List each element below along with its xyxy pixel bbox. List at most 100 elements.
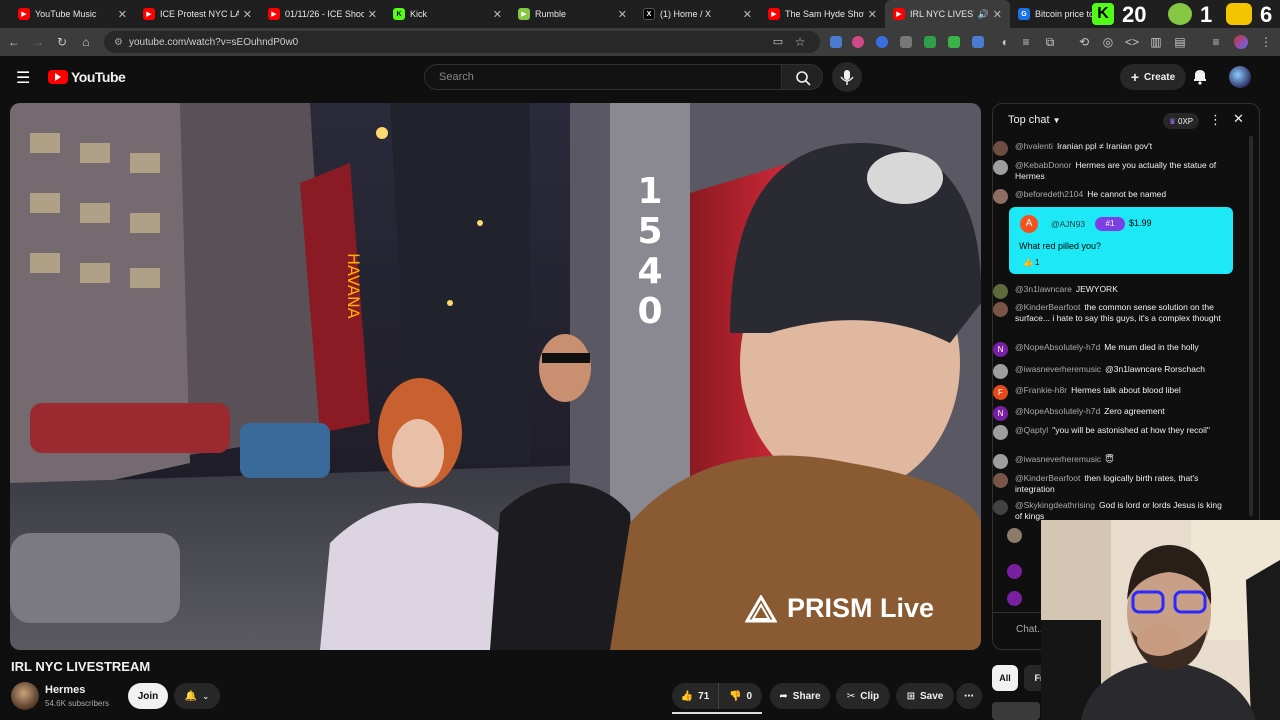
address-bar[interactable]: ⚙ youtube.com/watch?v=sEOuhndP0w0 <box>104 31 820 53</box>
superchat-username[interactable]: @AJN93 <box>1051 219 1085 229</box>
chat-username[interactable]: @3n1lawncare <box>1015 284 1072 294</box>
back-icon[interactable]: ← <box>6 34 22 50</box>
browser-tab[interactable]: ▶ The Sam Hyde Show ✕ <box>760 0 885 28</box>
avatar[interactable] <box>993 302 1008 317</box>
close-chat-icon[interactable]: ✕ <box>1233 111 1244 127</box>
devtools-icon[interactable]: <> <box>1124 34 1140 50</box>
browser-tab[interactable]: X (1) Home / X ✕ <box>635 0 760 28</box>
avatar[interactable] <box>1007 528 1022 543</box>
avatar[interactable]: A <box>1020 215 1038 233</box>
avatar[interactable] <box>1007 591 1022 606</box>
superchat-like[interactable]: 👍 1 <box>1023 258 1039 267</box>
points-badge[interactable]: ♛ 0XP <box>1163 113 1199 129</box>
avatar[interactable] <box>993 454 1008 469</box>
close-tab-icon[interactable]: ✕ <box>118 8 127 21</box>
volume-icon[interactable]: ◖ <box>996 34 1012 50</box>
share-button[interactable]: ➦ Share <box>770 683 830 709</box>
browser-tab[interactable]: ▶ YouTube Music ✕ <box>10 0 135 28</box>
close-tab-icon[interactable]: ✕ <box>243 8 252 21</box>
voice-search-button[interactable] <box>832 62 862 92</box>
chat-username[interactable]: @Skykingdeathrising <box>1015 500 1095 510</box>
chat-more-icon[interactable]: ⋮ <box>1209 112 1222 128</box>
notification-settings-button[interactable]: 🔔 ⌄ <box>174 683 220 709</box>
save-button[interactable]: ⊞ Save <box>896 683 954 709</box>
superchat-card[interactable]: A @AJN93 #1 $1.99 What red pilled you? 👍… <box>1009 207 1233 274</box>
audio-icon[interactable]: 🔊 <box>978 9 989 20</box>
chat-username[interactable]: @KebabDonor <box>1015 160 1071 170</box>
filter-chip-all[interactable]: All <box>992 665 1018 691</box>
profile-avatar[interactable] <box>1234 35 1248 49</box>
chat-username[interactable]: @iwasneverheremusic <box>1015 454 1101 464</box>
chat-username[interactable]: @KinderBearfoot <box>1015 302 1080 312</box>
channel-avatar[interactable] <box>11 682 39 710</box>
clip-button[interactable]: ✂ Clip <box>836 683 890 709</box>
browser-tab[interactable]: ▶ Rumble ✕ <box>510 0 635 28</box>
avatar[interactable] <box>993 425 1008 440</box>
browser-tab[interactable]: G Bitcoin price tod <box>1010 0 1100 28</box>
browser-tab[interactable]: K Kick ✕ <box>385 0 510 28</box>
extension-icon[interactable] <box>830 36 842 48</box>
forward-icon[interactable]: → <box>30 34 46 50</box>
chat-username[interactable]: @KinderBearfoot <box>1015 473 1080 483</box>
profile-menu-icon[interactable]: ▤ <box>1172 34 1188 50</box>
create-button[interactable]: + Create <box>1120 64 1186 90</box>
close-tab-icon[interactable]: ✕ <box>618 8 627 21</box>
home-icon[interactable]: ⌂ <box>78 34 94 50</box>
avatar[interactable] <box>1007 564 1022 579</box>
chat-scrollbar[interactable] <box>1249 136 1253 516</box>
notifications-bell-icon[interactable] <box>1192 67 1208 88</box>
close-tab-icon[interactable]: ✕ <box>368 8 377 21</box>
extension-icon[interactable] <box>900 36 912 48</box>
close-tab-icon[interactable]: ✕ <box>993 8 1002 21</box>
browser-tab[interactable]: ▶ 01/11/26 - ICE Shooti ✕ <box>260 0 385 28</box>
avatar[interactable]: N <box>993 406 1008 421</box>
avatar[interactable] <box>993 500 1008 515</box>
close-tab-icon[interactable]: ✕ <box>868 8 877 21</box>
hamburger-menu-icon[interactable]: ☰ <box>16 68 30 88</box>
extension-icon[interactable] <box>924 36 936 48</box>
downloads-icon[interactable]: ≡ <box>1208 34 1224 50</box>
chat-username[interactable]: @Frankie-h8r <box>1015 385 1067 395</box>
chat-username[interactable]: @beforedeth2104 <box>1015 189 1083 199</box>
search-input[interactable]: Search <box>424 64 782 90</box>
like-button[interactable]: 👍 71 <box>672 683 718 709</box>
browser-menu-icon[interactable]: ⋮ <box>1258 34 1274 50</box>
chat-username[interactable]: @NopeAbsolutely-h7d <box>1015 342 1100 352</box>
site-info-icon[interactable]: ⚙ <box>114 37 123 48</box>
avatar[interactable] <box>993 284 1008 299</box>
avatar[interactable] <box>993 189 1008 204</box>
chat-username[interactable]: @iwasneverheremusic <box>1015 364 1101 374</box>
related-video-thumbnail[interactable] <box>992 702 1040 720</box>
bookmark-star-icon[interactable]: ☆ <box>792 34 808 50</box>
search-button[interactable] <box>781 64 823 90</box>
chat-username[interactable]: @hvalenti <box>1015 141 1053 151</box>
extension-icon[interactable] <box>852 36 864 48</box>
reload-icon[interactable]: ↻ <box>54 34 70 50</box>
extension-icon[interactable] <box>876 36 888 48</box>
avatar[interactable]: N <box>993 342 1008 357</box>
channel-name[interactable]: Hermes <box>45 684 85 696</box>
chat-mode-dropdown[interactable]: Top chat ▼ <box>1008 114 1061 126</box>
join-button[interactable]: Join <box>128 683 168 709</box>
chat-username[interactable]: @Qaptyl <box>1015 425 1048 435</box>
extension-icon[interactable] <box>972 36 984 48</box>
avatar[interactable] <box>993 141 1008 156</box>
avatar[interactable] <box>993 364 1008 379</box>
video-player[interactable]: HAVANA 1 5 4 0 PRISM Live <box>10 103 981 650</box>
account-avatar[interactable] <box>1229 66 1251 88</box>
sidebar-icon[interactable]: ▥ <box>1148 34 1164 50</box>
extension-icon[interactable] <box>948 36 960 48</box>
close-tab-icon[interactable]: ✕ <box>493 8 502 21</box>
avatar[interactable] <box>993 473 1008 488</box>
reading-mode-icon[interactable]: ◎ <box>1100 34 1116 50</box>
extensions-puzzle-icon[interactable]: ⧉ <box>1042 34 1058 50</box>
close-tab-icon[interactable]: ✕ <box>743 8 752 21</box>
settings-icon[interactable]: ≡ <box>1018 34 1034 50</box>
chat-username[interactable]: @NopeAbsolutely-h7d <box>1015 406 1100 416</box>
browser-tab-active[interactable]: ▶ IRL NYC LIVESTRE 🔊 ✕ <box>885 0 1010 28</box>
youtube-logo[interactable]: YouTube <box>48 69 126 85</box>
cast-icon[interactable]: ▭ <box>770 34 786 50</box>
avatar[interactable] <box>993 160 1008 175</box>
avatar[interactable]: F <box>993 385 1008 400</box>
more-actions-button[interactable]: ⋯ <box>956 683 982 709</box>
